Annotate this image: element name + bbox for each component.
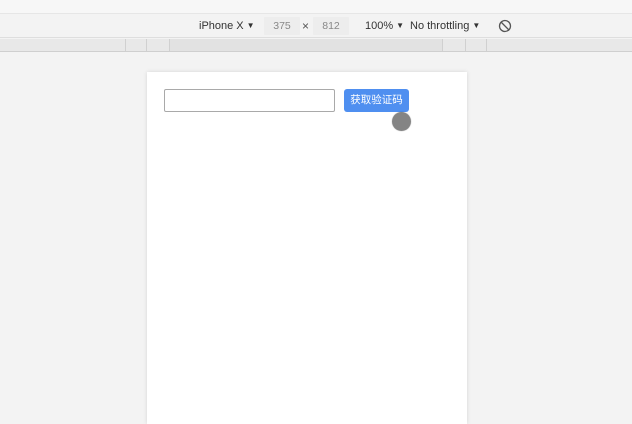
- ruler-segment[interactable]: [126, 39, 147, 51]
- zoom-value: 100%: [365, 20, 394, 32]
- ruler-segment[interactable]: [466, 39, 487, 51]
- top-strip: [0, 0, 632, 14]
- rotate-icon[interactable]: [498, 19, 512, 33]
- caret-down-icon: ▼: [246, 21, 255, 30]
- device-toolbar: iPhone X ▼ 375 × 812 100% ▼ No throttling ▼: [0, 14, 632, 38]
- media-query-ruler[interactable]: [0, 39, 632, 52]
- device-select[interactable]: iPhone X ▼: [199, 14, 255, 38]
- caret-down-icon: ▼: [472, 21, 481, 30]
- get-code-button[interactable]: 获取验证码: [344, 89, 409, 112]
- device-name: iPhone X: [199, 20, 244, 32]
- ruler-segment[interactable]: [0, 39, 126, 51]
- ruler-segment[interactable]: [443, 39, 466, 51]
- throttling-value: No throttling: [410, 20, 470, 32]
- device-viewport: 获取验证码: [0, 53, 632, 424]
- devtools-device-mode: iPhone X ▼ 375 × 812 100% ▼ No throttling ▼…: [0, 0, 632, 424]
- ruler-segment[interactable]: [147, 39, 170, 51]
- throttling-select[interactable]: No throttling ▼: [410, 14, 480, 38]
- zoom-select[interactable]: 100% ▼: [365, 14, 404, 38]
- touch-cursor-icon: [392, 112, 411, 131]
- width-input[interactable]: 375: [264, 17, 300, 35]
- ruler-segment[interactable]: [170, 39, 443, 51]
- device-screen: 获取验证码: [147, 72, 467, 424]
- ruler-segment[interactable]: [487, 39, 632, 51]
- caret-down-icon: ▼: [396, 21, 405, 30]
- verification-code-input[interactable]: [164, 89, 335, 112]
- times-symbol: ×: [302, 19, 310, 33]
- height-input[interactable]: 812: [313, 17, 349, 35]
